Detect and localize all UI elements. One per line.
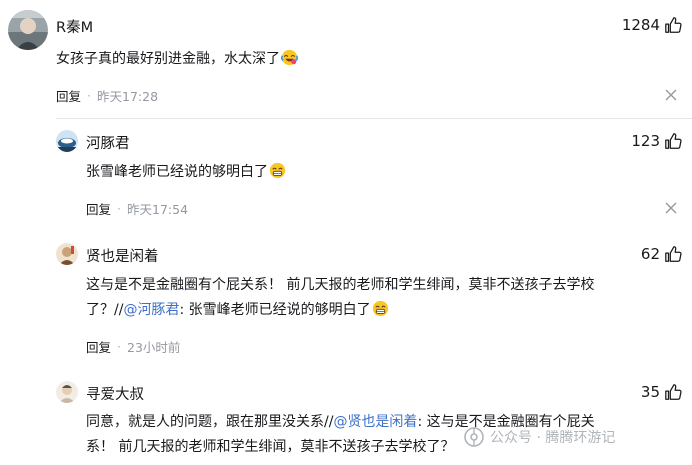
like-button[interactable]: 35 [641, 383, 682, 401]
avatar-image-icon [56, 243, 78, 265]
like-count: 123 [631, 132, 660, 150]
like-button[interactable]: 123 [631, 132, 682, 150]
wechat-official-account-icon [464, 427, 484, 447]
username[interactable]: 河豚君 [86, 132, 130, 153]
comment-meta: 回复 · 23小时前 [86, 337, 180, 356]
like-count: 1284 [621, 16, 660, 34]
comment-text-fragment: 同意，就是人的问题，跟在那里没关系// [86, 414, 334, 430]
close-icon[interactable] [664, 88, 678, 102]
avatar-image-icon [56, 130, 78, 152]
comment-text-line: 这与是不是金融圈有个屁关系！ 前几天报的老师和学生绯闻，莫非不送孩子去学校 [86, 277, 595, 293]
timestamp: 昨天17:28 [97, 89, 159, 104]
comment-text-line: 了？//@河豚君: 张雪峰老师已经说的够明白了 [86, 298, 686, 323]
close-icon[interactable] [664, 201, 678, 215]
watermark: 公众号 · 腾腾环游记 [464, 427, 615, 447]
comment-4: 寻爱大叔 35 同意，就是人的问题，跟在那里没关系//@贤也是闲着: 这与是不是… [0, 370, 692, 465]
reply-button[interactable]: 回复 [56, 86, 81, 105]
avatar-image-icon [56, 381, 78, 403]
avatar[interactable] [56, 381, 78, 403]
comment-2: 河豚君 123 张雪峰老师已经说的够明白了 回复 · 昨天17:54 [0, 120, 692, 230]
like-count: 35 [640, 383, 660, 401]
avatar[interactable] [56, 243, 78, 265]
comment-text-content: 女孩子真的最好别进金融，水太深了 [56, 51, 280, 67]
timestamp: 23小时前 [127, 340, 181, 355]
comment-meta: 回复 · 昨天17:54 [86, 199, 188, 218]
avatar-image-icon [8, 10, 48, 50]
username[interactable]: 贤也是闲着 [86, 245, 159, 266]
watermark-label: 公众号 · 腾腾环游记 [490, 430, 616, 446]
grin-emoji-icon [372, 300, 388, 317]
like-button[interactable]: 1284 [622, 16, 682, 34]
comment-text-fragment: 了？// [86, 302, 124, 318]
like-count: 62 [640, 245, 660, 263]
separator-dot-icon: · [117, 201, 121, 216]
comment-text: 张雪峰老师已经说的够明白了 [86, 160, 286, 185]
username[interactable]: R秦M [56, 16, 93, 37]
thumbs-up-icon [665, 246, 682, 262]
laughing-crying-emoji-icon [281, 49, 298, 66]
reply-button[interactable]: 回复 [86, 337, 111, 356]
avatar[interactable] [8, 10, 48, 50]
thumbs-up-icon [665, 17, 682, 33]
username[interactable]: 寻爱大叔 [86, 383, 144, 404]
like-button[interactable]: 62 [641, 245, 682, 263]
comment-text: 女孩子真的最好别进金融，水太深了 [56, 47, 298, 72]
mention-link[interactable]: @河豚君 [123, 302, 179, 318]
separator-dot-icon: · [117, 339, 121, 354]
mention-link[interactable]: @贤也是闲着 [333, 414, 417, 430]
comment-1: R秦M 1284 女孩子真的最好别进金融，水太深了 回复 · 昨天17:28 [0, 0, 692, 120]
divider [56, 118, 692, 119]
comment-text-fragment: : 张雪峰老师已经说的够明白了 [179, 302, 371, 318]
comment-3: 贤也是闲着 62 这与是不是金融圈有个屁关系！ 前几天报的老师和学生绯闻，莫非不… [0, 230, 692, 370]
timestamp: 昨天17:54 [127, 202, 189, 217]
separator-dot-icon: · [87, 88, 91, 103]
comment-meta: 回复 · 昨天17:28 [56, 86, 158, 105]
reply-button[interactable]: 回复 [86, 199, 111, 218]
avatar[interactable] [56, 130, 78, 152]
thumbs-up-icon [665, 133, 682, 149]
comment-text: 这与是不是金融圈有个屁关系！ 前几天报的老师和学生绯闻，莫非不送孩子去学校 了？… [86, 273, 686, 323]
grin-emoji-icon [269, 162, 286, 179]
comment-text-content: 张雪峰老师已经说的够明白了 [86, 164, 268, 180]
thumbs-up-icon [665, 384, 682, 400]
